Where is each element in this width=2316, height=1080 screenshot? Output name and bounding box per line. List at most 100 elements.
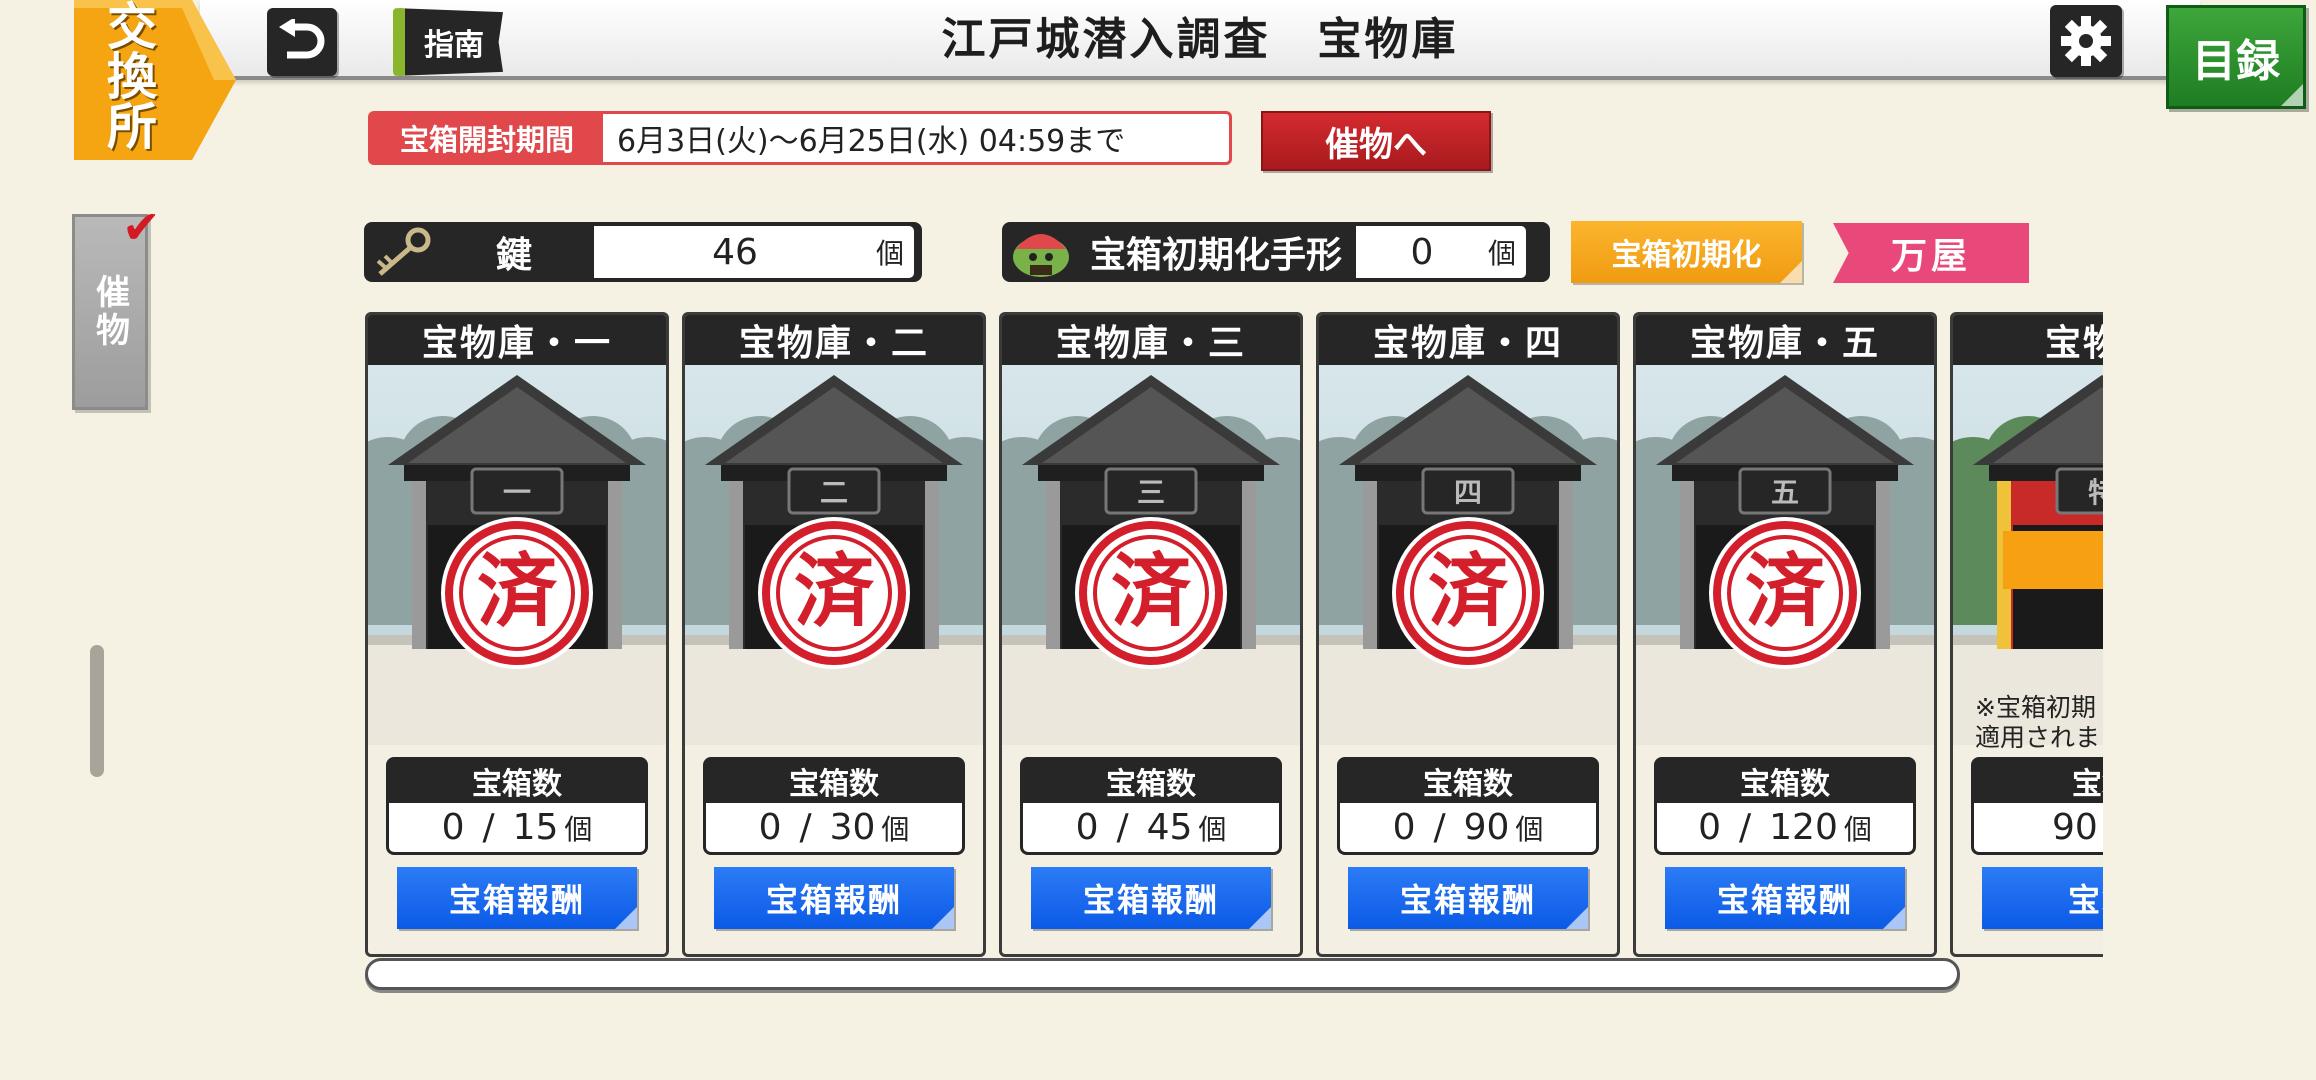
chest-opened: 0 [1392, 807, 1416, 848]
done-stamp-5: 済 [1745, 544, 1826, 638]
chest-count-value: 0 / 45 個 [1020, 803, 1282, 855]
carousel-scrollbar[interactable] [365, 958, 1960, 990]
reset-ticket-count: 0 [1410, 231, 1434, 273]
reset-fold [1780, 261, 1802, 283]
treasury-title: 宝物庫・三 [1002, 315, 1300, 365]
chest-separator: / [799, 807, 812, 848]
chest-reward-label: 宝箱 [2067, 881, 2103, 919]
open-period-bar: 宝箱開封期間 6月3日(火)〜6月25日(水) 04:59まで [368, 111, 1232, 165]
key-count: 46 [712, 231, 758, 273]
reward-fold [1883, 907, 1905, 929]
treasury-art: 四 済 [1319, 365, 1617, 745]
chest-unit: 個 [1198, 812, 1227, 846]
reset-note-line-2: 適用されま [1975, 723, 2101, 752]
chest-opened: 90 [2052, 807, 2098, 848]
key-icon [376, 227, 431, 276]
shop-label: 万屋 [1890, 235, 1971, 277]
treasury-card-6[interactable]: 宝物庫 [1950, 312, 2103, 957]
chest-total: 120 [1769, 807, 1838, 848]
reward-fold [615, 907, 637, 929]
reward-fold [1249, 907, 1271, 929]
chest-reward-button[interactable]: 宝箱報酬 [1348, 867, 1588, 929]
open-period-value: 6月3日(火)〜6月25日(水) 04:59まで [617, 124, 1126, 159]
catalog-label: 目録 [2192, 36, 2280, 87]
check-icon: ✔ [122, 200, 161, 254]
back-arrow-icon [279, 19, 325, 59]
chest-opened: 0 [1698, 807, 1722, 848]
open-period-label: 宝箱開封期間 [371, 114, 603, 162]
chest-reward-button[interactable]: 宝箱報酬 [714, 867, 954, 929]
done-stamp-3: 済 [1111, 544, 1192, 638]
treasury-art: 五 済 [1636, 365, 1934, 745]
chest-unit: 個 [1843, 812, 1872, 846]
treasury-carousel[interactable]: 宝物庫・一 一 済 宝箱数 0 / 15 個 宝箱報酬 宝物庫・二 二 済 宝箱… [365, 312, 2103, 960]
chest-unit: 個 [564, 812, 593, 846]
chest-count-label: 宝箱数 [386, 757, 648, 805]
reset-chests-button[interactable]: 宝箱初期化 [1571, 221, 1802, 283]
chest-reward-label: 宝箱報酬 [1399, 881, 1536, 919]
reset-note-line-1: ※宝箱初期 [1975, 693, 2096, 722]
chest-reward-button[interactable]: 宝箱報酬 [1031, 867, 1271, 929]
chest-total: 90 [1463, 807, 1510, 848]
chest-count-value: 90 / [1971, 803, 2103, 855]
back-button[interactable] [267, 8, 337, 76]
treasury-art: 一 済 [368, 365, 666, 745]
treasury-title: 宝物庫・五 [1636, 315, 1934, 365]
treasury-card-4[interactable]: 宝物庫・四 四 済 宝箱数 0 / 90 個 宝箱報酬 [1316, 312, 1620, 957]
to-event-button[interactable]: 催物へ [1261, 111, 1491, 171]
chest-opened: 0 [1075, 807, 1099, 848]
catalog-button[interactable]: 目録 [2166, 5, 2306, 109]
reward-fold [932, 907, 954, 929]
side-scroll-handle[interactable] [90, 645, 104, 777]
chest-reward-label: 宝箱報酬 [765, 881, 902, 919]
treasury-title: 宝物庫・四 [1319, 315, 1617, 365]
chest-count-label: 宝箱数 [1020, 757, 1282, 805]
key-value-box: 46 個 [594, 226, 914, 278]
done-stamp-2: 済 [794, 544, 875, 638]
chest-count-value: 0 / 90 個 [1337, 803, 1599, 855]
done-stamp-4: 済 [1428, 544, 1509, 638]
chest-reward-button[interactable]: 宝箱報酬 [1665, 867, 1905, 929]
chest-count-label: 宝箱 [1971, 757, 2103, 805]
exchange-char-2: 換 [107, 47, 157, 106]
chest-reward-label: 宝箱報酬 [1716, 881, 1853, 919]
chest-reward-label: 宝箱報酬 [1082, 881, 1219, 919]
chest-total: 45 [1146, 807, 1193, 848]
chest-count-label: 宝箱数 [703, 757, 965, 805]
reset-ticket-unit: 個 [1487, 237, 1516, 270]
chest-separator: / [1433, 807, 1446, 848]
key-label: 鍵 [495, 234, 532, 276]
chest-total: 30 [829, 807, 876, 848]
gear-icon [2061, 16, 2111, 66]
chest-count-value: 0 / 30 個 [703, 803, 965, 855]
treasury-card-5[interactable]: 宝物庫・五 五 済 宝箱数 0 / 120 個 宝箱報酬 [1633, 312, 1937, 957]
chest-separator: / [1116, 807, 1129, 848]
reset-note: ※宝箱初期 適用されま [1975, 693, 2103, 753]
treasury-card-2[interactable]: 宝物庫・二 二 済 宝箱数 0 / 30 個 宝箱報酬 [682, 312, 986, 957]
reward-fold [1566, 907, 1588, 929]
reset-ticket-value-box: 0 個 [1356, 226, 1526, 278]
exchange-tab[interactable]: 交 換 所 [74, 0, 236, 162]
treasury-card-3[interactable]: 宝物庫・三 三 済 宝箱数 0 / 45 個 宝箱報酬 [999, 312, 1303, 957]
chest-reward-button[interactable]: 宝箱報酬 [397, 867, 637, 929]
ticket-character-icon [1013, 234, 1069, 277]
reset-ticket-counter: 宝箱初期化手形 0 個 [1002, 222, 1550, 282]
treasury-card-1[interactable]: 宝物庫・一 一 済 宝箱数 0 / 15 個 宝箱報酬 [365, 312, 669, 957]
exchange-char-3: 所 [107, 97, 157, 156]
reset-ticket-label: 宝箱初期化手形 [1089, 234, 1342, 276]
chest-reward-button[interactable]: 宝箱 [1982, 867, 2103, 929]
chest-unit: 個 [881, 812, 910, 846]
guide-button[interactable]: 指南 [393, 8, 503, 76]
treasury-art: 二 済 [685, 365, 983, 745]
key-unit: 個 [875, 237, 904, 270]
settings-button[interactable] [2050, 5, 2122, 77]
done-stamp-1: 済 [477, 544, 558, 638]
treasury-title: 宝物庫 [1953, 315, 2103, 365]
plaque-text-6: 特 [2088, 476, 2103, 509]
treasury-art: 三 済 [1002, 365, 1300, 745]
exchange-char-1: 交 [107, 0, 157, 56]
shop-button[interactable]: 万屋 [1833, 223, 2029, 283]
chest-total: 15 [512, 807, 559, 848]
chest-count-label: 宝箱数 [1654, 757, 1916, 805]
chest-count-value: 0 / 120 個 [1654, 803, 1916, 855]
